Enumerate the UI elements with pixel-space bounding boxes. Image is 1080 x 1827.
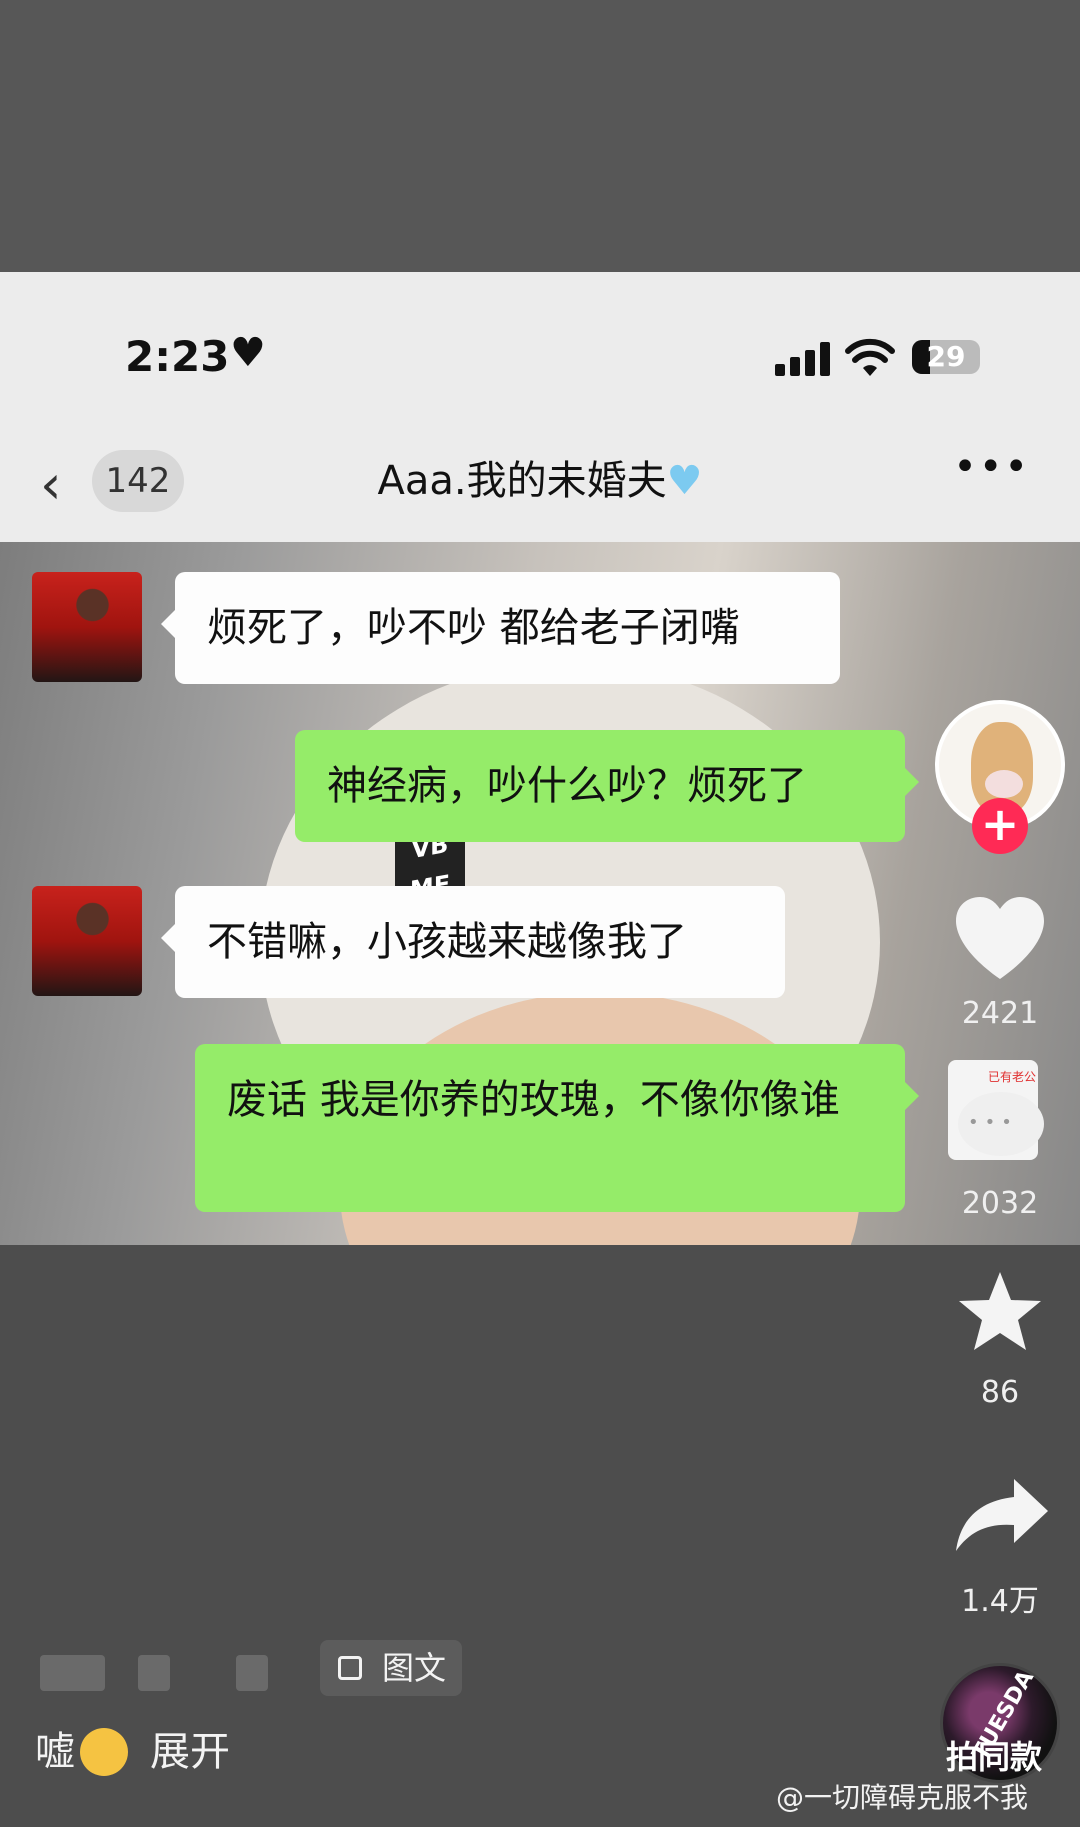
wifi-icon xyxy=(845,338,895,376)
heart-status-icon: ♥ xyxy=(230,330,266,376)
share-arrow-icon[interactable] xyxy=(930,1475,1070,1555)
images-icon xyxy=(338,1656,362,1680)
top-gray-band xyxy=(0,0,1080,272)
like-count: 2421 xyxy=(961,996,1039,1031)
blue-heart-icon: ♥ xyxy=(666,458,703,504)
blurred-username xyxy=(40,1655,105,1691)
chat-area: VB ME 烦死了，吵不吵 都给老子闭嘴 神经病，吵什么吵？烦死了 不错嘛，小孩… xyxy=(0,542,1080,1245)
comment-thumbnail-text: 已有老公 xyxy=(988,1070,1037,1084)
message-bubble-other: 不错嘛，小孩越来越像我了 xyxy=(161,886,785,998)
phone-header: 2:23 ♥ 29 ‹ 142 Aaa.我的未婚夫♥ ••• xyxy=(0,272,1080,542)
message-bubble-me: 废话 我是你养的玫瑰，不像你像谁 xyxy=(195,1044,919,1212)
status-time: 2:23 xyxy=(125,332,230,381)
blurred-username xyxy=(138,1655,170,1691)
message-bubble-other: 烦死了，吵不吵 都给老子闭嘴 xyxy=(161,572,840,684)
chat-title-text: Aaa.我的未婚夫 xyxy=(377,458,667,504)
same-style-button[interactable]: 拍同款 xyxy=(946,1732,1042,1778)
favorite-count: 86 xyxy=(980,1375,1020,1410)
blurred-username xyxy=(236,1655,268,1691)
like-heart-icon[interactable] xyxy=(930,895,1070,985)
share-count: 1.4万 xyxy=(961,1584,1039,1619)
photo-post-tag-label: 图文 xyxy=(382,1649,447,1687)
photo-post-tag[interactable]: 图文 xyxy=(320,1640,462,1696)
follow-plus-button[interactable]: + xyxy=(972,798,1028,854)
chat-title: Aaa.我的未婚夫♥ xyxy=(0,450,1080,512)
shushing-face-icon xyxy=(80,1728,128,1776)
comment-dots: ••• xyxy=(968,1112,1018,1133)
contact-avatar[interactable] xyxy=(32,572,142,682)
cellular-signal-icon xyxy=(775,342,835,376)
more-options-icon[interactable]: ••• xyxy=(953,444,1030,490)
expand-caption-link[interactable]: 展开 xyxy=(150,1722,230,1782)
favorite-star-icon[interactable] xyxy=(930,1270,1070,1356)
message-bubble-me: 神经病，吵什么吵？烦死了 xyxy=(295,730,919,842)
weibo-watermark: @一切障碍克服不我 xyxy=(776,1781,1029,1814)
battery-icon: 29 xyxy=(912,340,980,374)
comment-count: 2032 xyxy=(961,1186,1039,1221)
battery-level: 29 xyxy=(926,340,966,373)
caption-text: 嘘 xyxy=(35,1729,75,1775)
contact-avatar[interactable] xyxy=(32,886,142,996)
